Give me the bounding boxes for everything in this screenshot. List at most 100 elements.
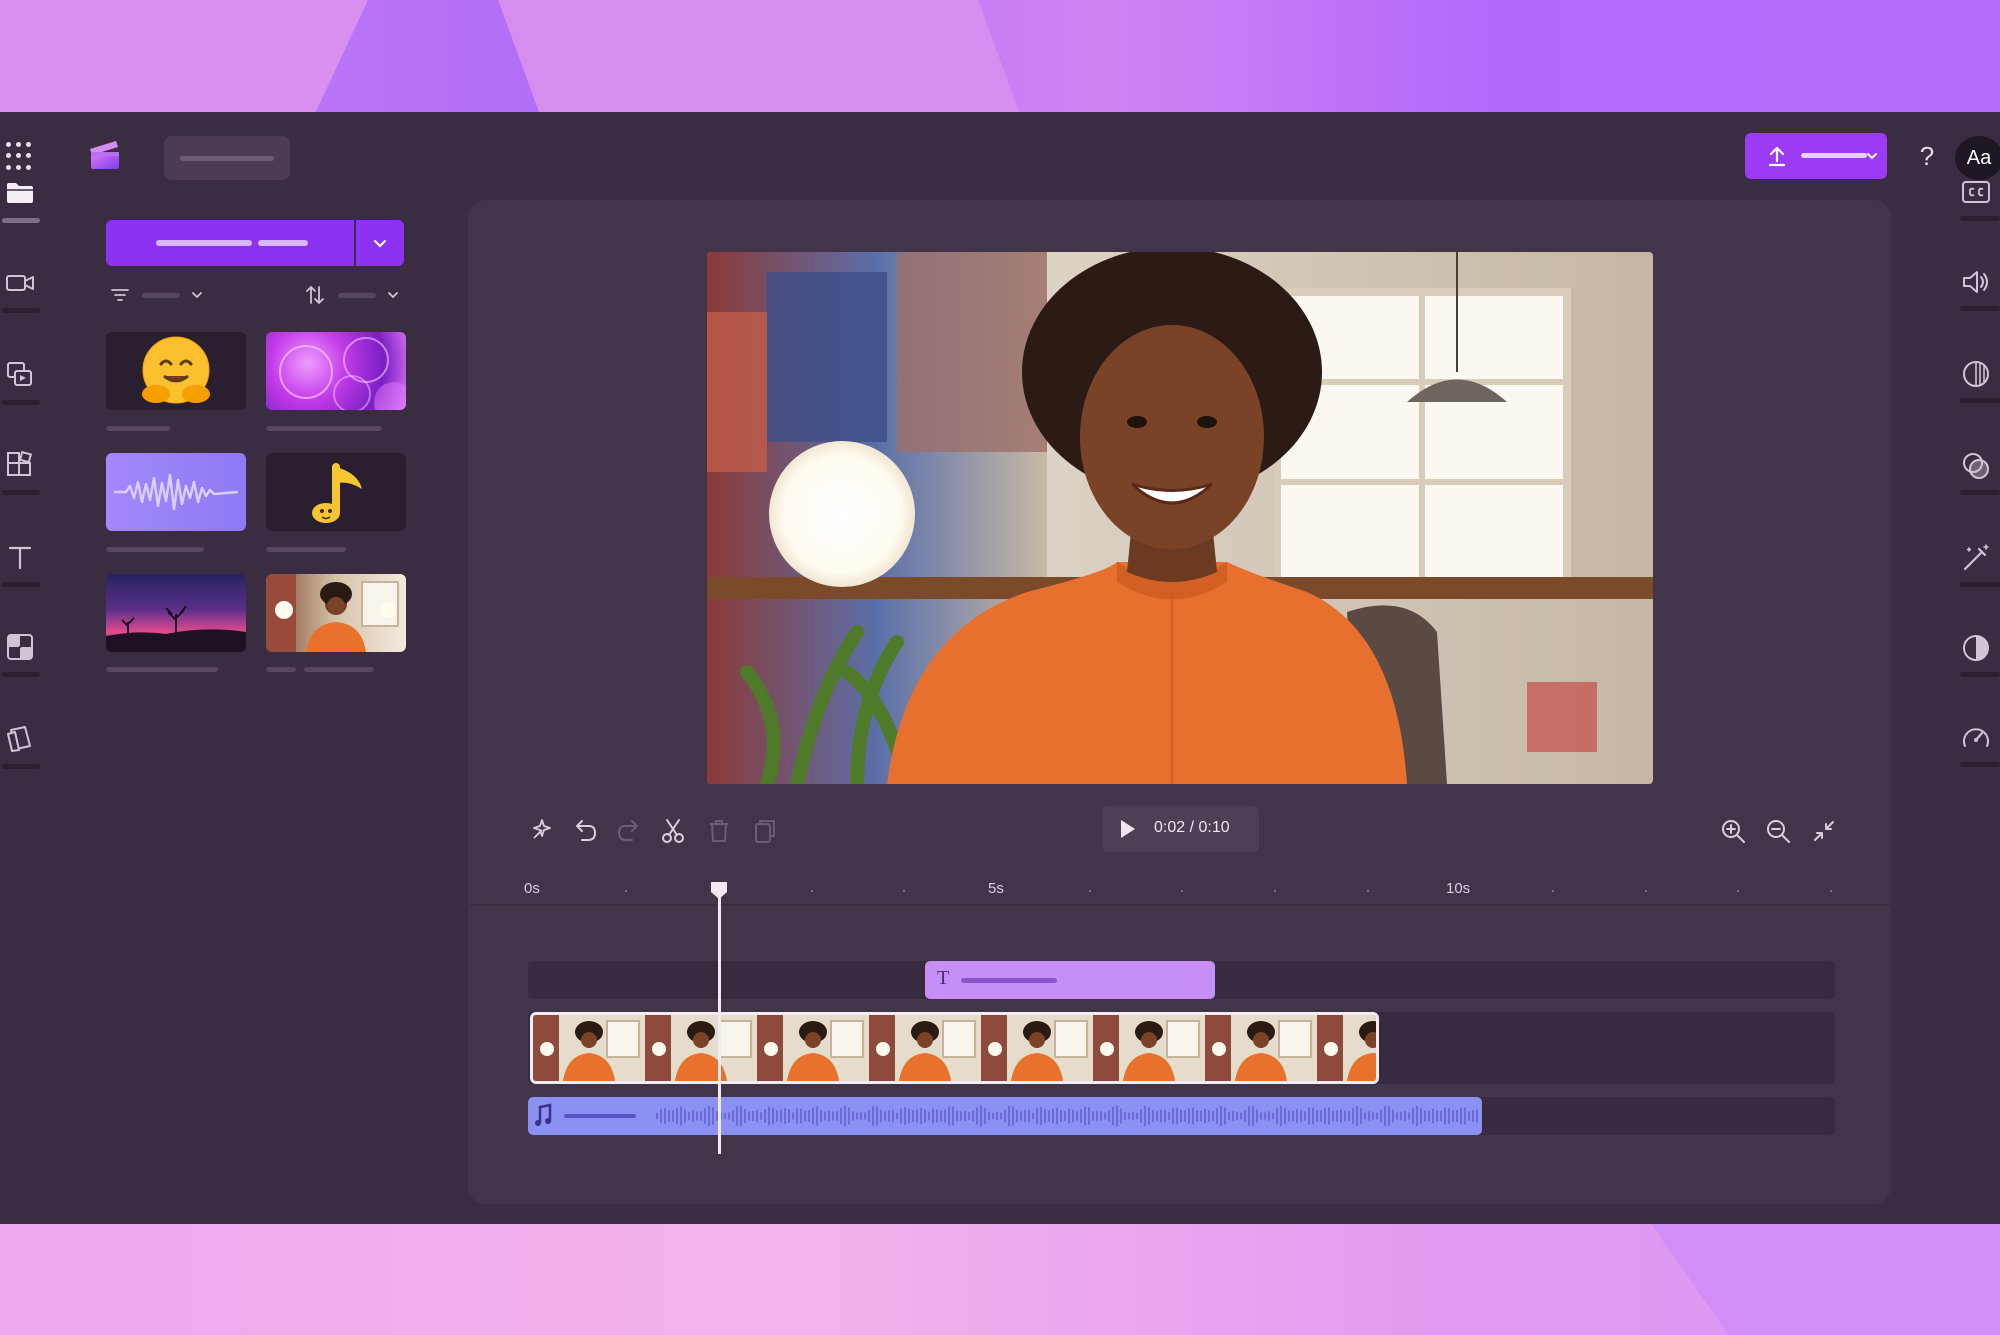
waveform-bar (1096, 1111, 1098, 1121)
zoom-in-icon[interactable] (1718, 816, 1748, 846)
waveform-bar (1176, 1107, 1178, 1125)
waveform-bar (1276, 1108, 1278, 1124)
sidebar-item-transitions[interactable] (0, 632, 50, 692)
filter-button[interactable] (110, 282, 210, 308)
waveform-bar (1376, 1112, 1378, 1120)
waveform-bar (1056, 1107, 1058, 1125)
waveform-bar (676, 1107, 678, 1125)
redo-icon[interactable] (614, 816, 644, 846)
delete-icon[interactable] (704, 816, 734, 846)
waveform-bar (1368, 1111, 1370, 1121)
waveform-bar (792, 1112, 794, 1120)
waveform-bar (932, 1108, 934, 1124)
waveform-bar (1220, 1106, 1222, 1126)
waveform-bar (1364, 1112, 1366, 1120)
waveform-bar (780, 1109, 782, 1123)
audio-clip[interactable] (528, 1097, 1482, 1135)
property-audio[interactable] (1954, 266, 2000, 336)
waveform-bar (1424, 1110, 1426, 1122)
waveform-bar (1280, 1105, 1282, 1127)
brand-kit-icon (7, 726, 31, 752)
waveform-bar (1120, 1108, 1122, 1124)
property-speed[interactable] (1954, 722, 2000, 792)
property-filters[interactable] (1954, 450, 2000, 520)
waveform-bar (1128, 1112, 1130, 1120)
waveform-bar (700, 1111, 702, 1121)
filter-icon (111, 289, 129, 301)
waveform-bar (1084, 1106, 1086, 1126)
media-thumbnail-purple-bubbles[interactable] (266, 332, 406, 410)
media-thumbnail-music-sticker[interactable] (266, 453, 406, 531)
sidebar-item-content-library[interactable] (0, 360, 50, 420)
current-time: 0:02 (1154, 819, 1186, 836)
duplicate-icon[interactable] (750, 816, 780, 846)
waveform-bar (972, 1110, 974, 1122)
media-thumbnail-woman-video[interactable] (266, 574, 406, 652)
app-launcher-icon[interactable] (6, 142, 36, 172)
video-frame-thumbnail (757, 1015, 869, 1081)
media-thumbnail-sunset[interactable] (106, 574, 246, 652)
export-button[interactable] (1745, 133, 1887, 179)
waveform-bar (692, 1110, 694, 1122)
waveform-bar (1224, 1107, 1226, 1125)
waveform-bar (1052, 1108, 1054, 1124)
ruler-label-5s: 5s (988, 880, 1004, 897)
sidebar-item-your-media[interactable] (0, 178, 50, 238)
sidebar-item-text[interactable] (0, 542, 50, 602)
property-fade[interactable] (1954, 358, 2000, 428)
waveform-bar (1256, 1109, 1258, 1123)
video-preview[interactable] (707, 252, 1653, 784)
waveform-bar (1348, 1110, 1350, 1122)
waveform-bar (760, 1112, 762, 1120)
property-adjust-colors[interactable] (1954, 632, 2000, 702)
sidebar-item-templates[interactable] (0, 450, 50, 510)
waveform-bar (1164, 1109, 1166, 1123)
waveform-bar (1320, 1110, 1322, 1122)
waveform-bar (1360, 1107, 1362, 1125)
account-avatar[interactable]: Aa (1955, 136, 2000, 180)
media-thumbnail-emoji[interactable] (106, 332, 246, 410)
help-button[interactable]: ? (1912, 138, 1942, 174)
waveform-bar (948, 1106, 950, 1126)
waveform-bar (1016, 1109, 1018, 1123)
media-thumbnail-audio[interactable] (106, 453, 246, 531)
waveform-bar (1416, 1106, 1418, 1126)
waveform-bar (968, 1112, 970, 1120)
sunset-landscape-image (106, 605, 246, 652)
waveform-bar (1328, 1107, 1330, 1125)
import-media-button[interactable] (106, 220, 354, 266)
split-scissors-icon[interactable] (658, 816, 688, 846)
zoom-to-fit-icon[interactable] (1809, 816, 1839, 846)
waveform-bar (1344, 1110, 1346, 1122)
video-frame-thumbnail (1205, 1015, 1317, 1081)
waveform-bar (1000, 1112, 1002, 1120)
import-options-dropdown[interactable] (356, 220, 404, 266)
undo-icon[interactable] (570, 816, 600, 846)
sidebar-item-record-create[interactable] (0, 268, 50, 328)
waveform-bar (1392, 1109, 1394, 1123)
thumbnail-label (266, 426, 382, 431)
waveform-bar (1144, 1105, 1146, 1127)
waveform-bar (928, 1111, 930, 1121)
play-icon[interactable] (1116, 818, 1138, 840)
playhead-handle[interactable] (709, 880, 729, 900)
waveform-bar (736, 1106, 738, 1126)
chevron-down-icon (388, 292, 398, 299)
property-captions[interactable] (1954, 176, 2000, 246)
video-clip[interactable] (530, 1012, 1379, 1084)
waveform-bar (1240, 1112, 1242, 1120)
sort-button[interactable] (304, 282, 404, 308)
transitions-icon (7, 634, 33, 660)
magic-tool-icon[interactable] (526, 816, 556, 846)
waveform-bar (1216, 1108, 1218, 1124)
zoom-out-icon[interactable] (1763, 816, 1793, 846)
video-frame-thumbnail (981, 1015, 1093, 1081)
text-icon: T (937, 967, 950, 989)
text-clip[interactable]: T (925, 961, 1215, 999)
sidebar-item-brand-kit[interactable] (0, 724, 50, 784)
waveform-bar (992, 1112, 994, 1120)
waveform-bar (856, 1112, 858, 1120)
waveform-bar (908, 1108, 910, 1124)
project-title-field[interactable] (164, 136, 290, 180)
property-effects[interactable] (1954, 542, 2000, 612)
